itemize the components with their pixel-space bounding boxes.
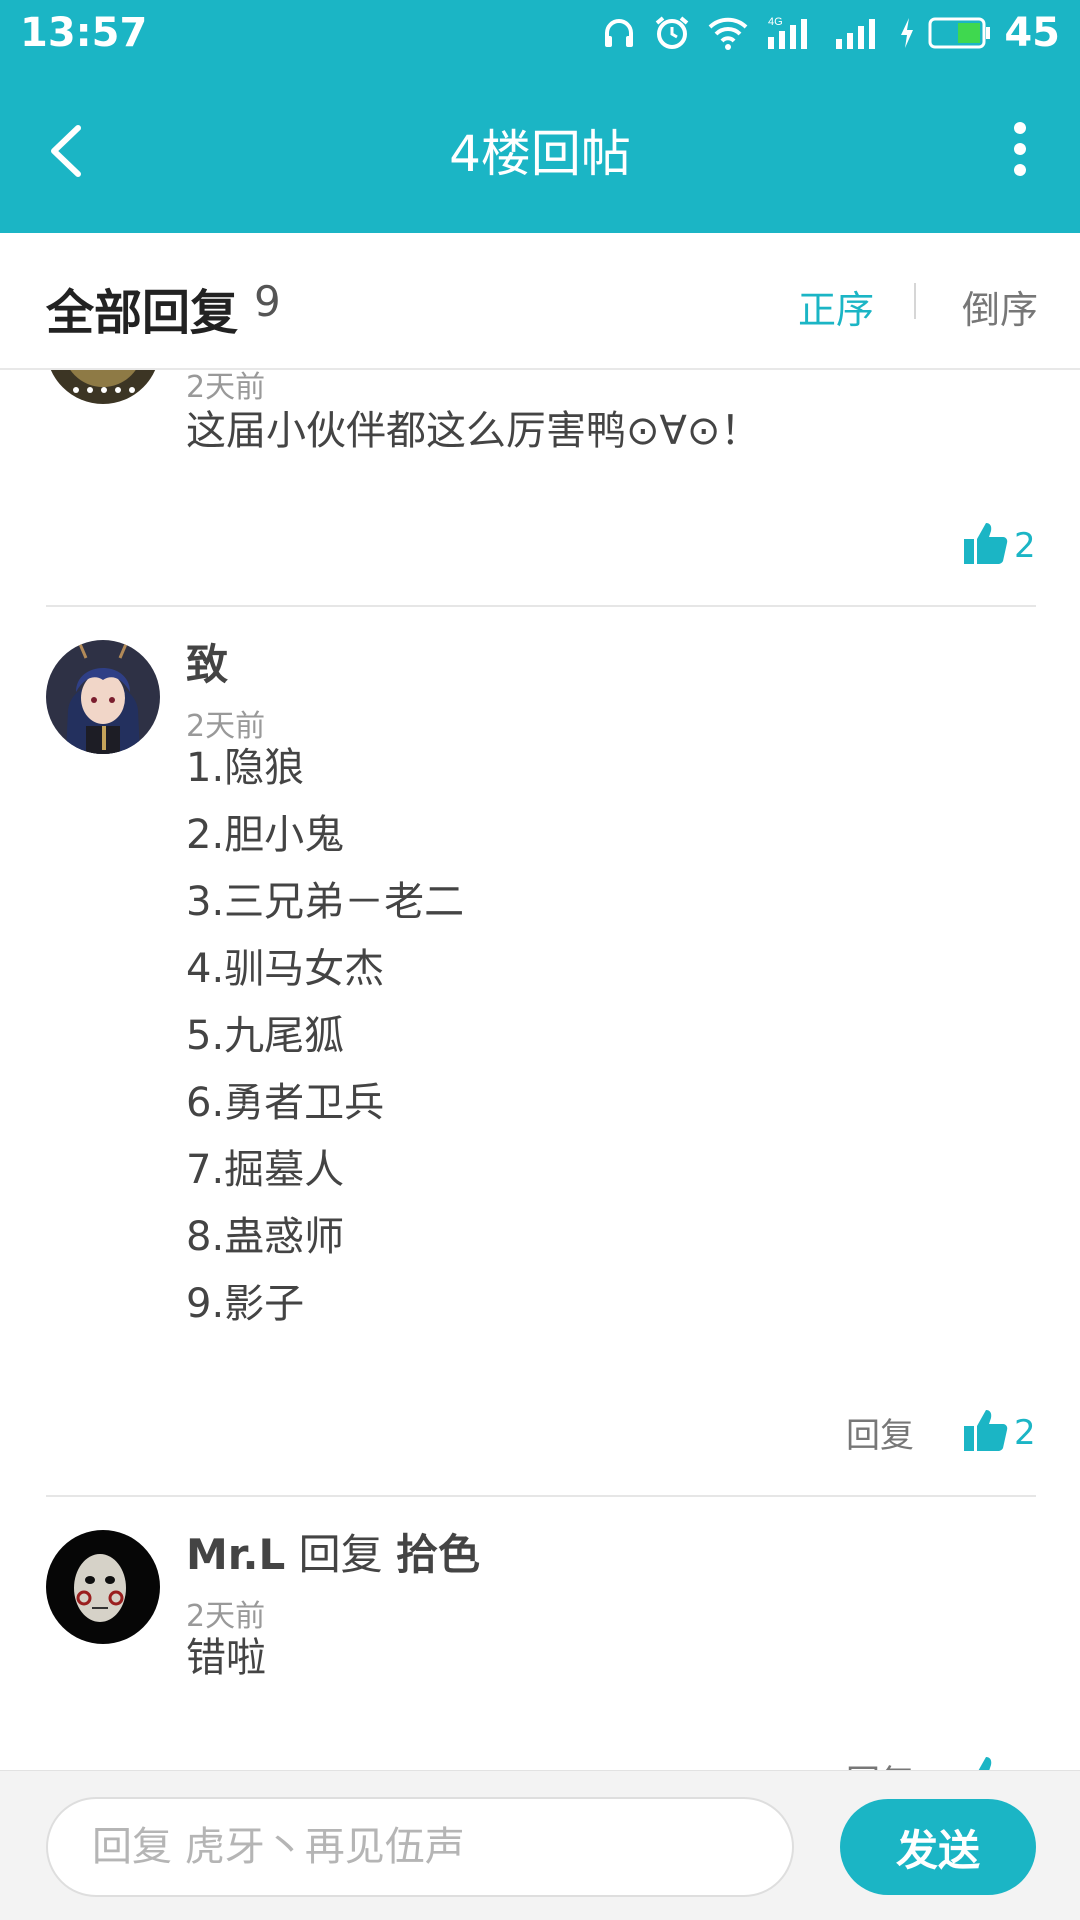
battery-group: 45 bbox=[898, 10, 1060, 56]
reply-line: 5.九尾狐 bbox=[186, 1013, 345, 1059]
reply-bar: 发送 bbox=[0, 1770, 1080, 1920]
reply-button[interactable]: 回复 bbox=[846, 1755, 914, 1770]
avatar[interactable] bbox=[46, 370, 160, 404]
status-time: 13:57 bbox=[20, 10, 148, 56]
more-vertical-icon bbox=[1014, 122, 1026, 176]
reply-line: 4.驯马女杰 bbox=[186, 946, 385, 992]
thumbs-up-icon bbox=[964, 523, 1008, 564]
status-icons: 4G 45 bbox=[602, 10, 1060, 56]
alarm-icon bbox=[656, 16, 689, 49]
thumbs-up-icon bbox=[978, 1757, 992, 1770]
like-button[interactable]: 2 bbox=[962, 1407, 1036, 1453]
reply-line: 2.胆小鬼 bbox=[186, 812, 345, 858]
reply-line: 9.影子 bbox=[186, 1281, 305, 1327]
reply-list[interactable]: 2天前 这届小伙伴都这么厉害鸭⊙∀⊙！ 2 致 2天前 1.隐狼 2.胆小鬼 3… bbox=[0, 370, 1080, 1770]
reply-line: 3.三兄弟－老二 bbox=[186, 879, 465, 925]
more-options-button[interactable] bbox=[1000, 116, 1040, 186]
app-bar: 4楼回帖 bbox=[0, 66, 1080, 233]
svg-text:4G: 4G bbox=[768, 16, 783, 28]
like-count: 2 bbox=[1014, 526, 1036, 566]
reply-line: 8.蛊惑师 bbox=[186, 1214, 345, 1260]
avatar[interactable] bbox=[46, 1530, 160, 1644]
reply-line: 6.勇者卫兵 bbox=[186, 1080, 385, 1126]
sort-divider bbox=[914, 283, 916, 319]
reply-item: Mr.L 回复 拾色 2天前 错啦 回复 bbox=[0, 1497, 1080, 1770]
reply-username[interactable]: 致 bbox=[186, 631, 228, 692]
send-button[interactable]: 发送 bbox=[840, 1799, 1036, 1895]
like-button[interactable] bbox=[962, 1754, 1008, 1770]
battery-icon bbox=[928, 17, 991, 49]
reply-item: 致 2天前 1.隐狼 2.胆小鬼 3.三兄弟－老二 4.驯马女杰 5.九尾狐 6… bbox=[0, 607, 1080, 1497]
status-bar: 13:57 4G 45 bbox=[0, 0, 1080, 66]
page-title: 4楼回帖 bbox=[449, 125, 631, 183]
charging-icon bbox=[901, 18, 914, 48]
reply-content: 错啦 bbox=[186, 1635, 266, 1681]
like-count: 2 bbox=[1014, 1413, 1036, 1453]
replies-count: 9 bbox=[254, 277, 281, 326]
reply-line: 1.隐狼 bbox=[186, 745, 305, 791]
battery-percent: 45 bbox=[1004, 10, 1060, 56]
sort-ascending-button[interactable]: 正序 bbox=[798, 279, 874, 334]
thumbs-up-icon bbox=[964, 1410, 1008, 1451]
like-button[interactable]: 2 bbox=[962, 520, 1036, 566]
avatar[interactable] bbox=[46, 640, 160, 754]
reply-username[interactable]: Mr.L 回复 拾色 bbox=[186, 1521, 480, 1582]
reply-line: 7.掘墓人 bbox=[186, 1147, 345, 1193]
headphones-icon bbox=[605, 19, 634, 47]
reply-content: 1.隐狼 2.胆小鬼 3.三兄弟－老二 4.驯马女杰 5.九尾狐 6.勇者卫兵 … bbox=[186, 735, 464, 1338]
signal-4g-icon: 4G bbox=[768, 16, 808, 49]
sort-descending-button[interactable]: 倒序 bbox=[962, 279, 1038, 334]
replies-title: 全部回复 bbox=[46, 285, 239, 341]
reply-item: 2天前 这届小伙伴都这么厉害鸭⊙∀⊙！ 2 bbox=[0, 370, 1080, 607]
reply-input[interactable] bbox=[46, 1797, 794, 1897]
replies-header: 全部回复 9 正序 倒序 bbox=[0, 233, 1080, 370]
reply-button[interactable]: 回复 bbox=[846, 1408, 914, 1457]
reply-content: 这届小伙伴都这么厉害鸭⊙∀⊙！ bbox=[186, 408, 761, 454]
signal-icon bbox=[836, 19, 876, 49]
wifi-icon bbox=[708, 17, 748, 50]
